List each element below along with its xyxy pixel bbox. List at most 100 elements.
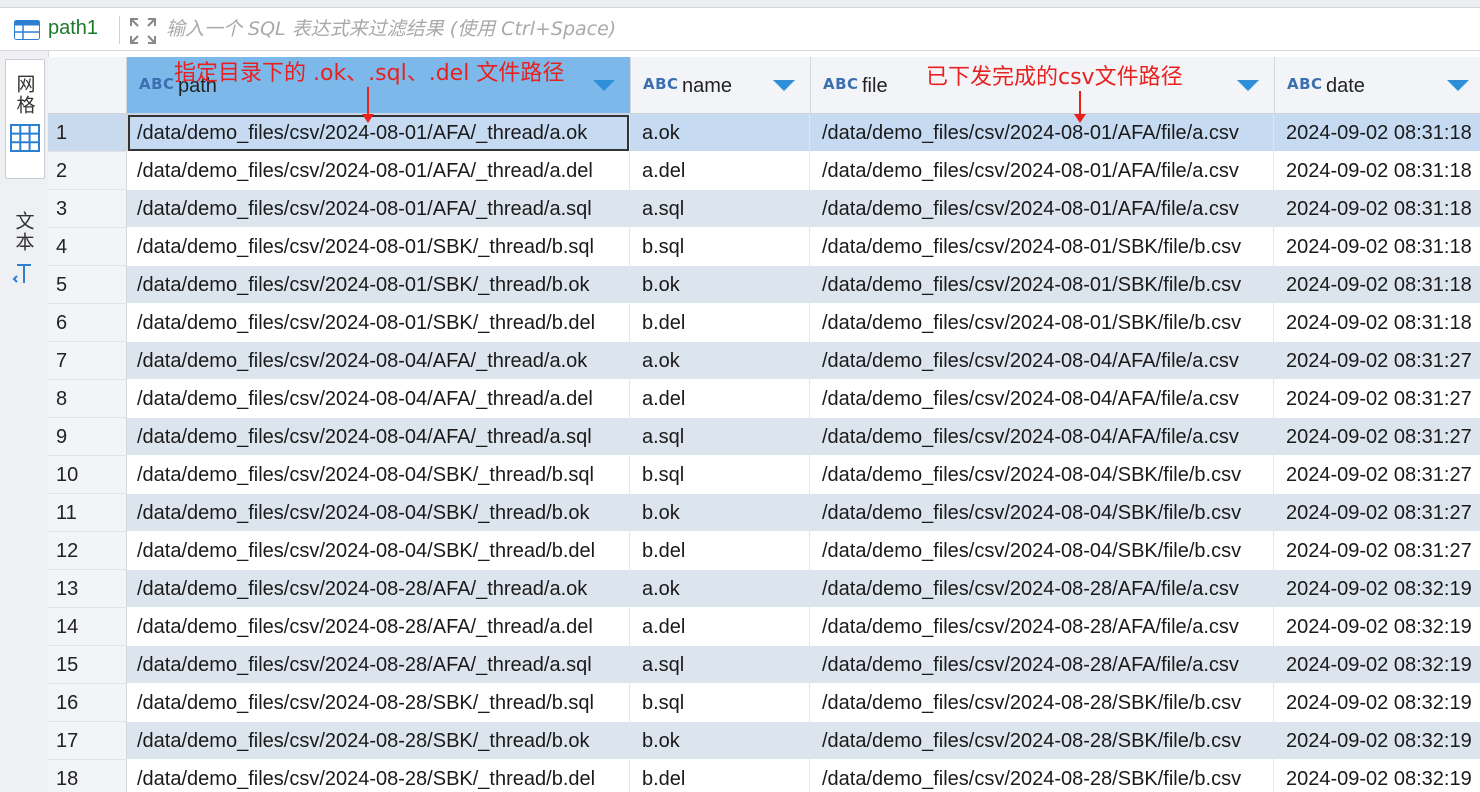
sort-icon[interactable] bbox=[773, 80, 795, 91]
table-row[interactable]: 18/data/demo_files/csv/2024-08-28/SBK/_t… bbox=[48, 760, 1480, 792]
date-cell[interactable]: 2024-09-02 08:31:27 bbox=[1274, 418, 1480, 456]
path-cell[interactable]: /data/demo_files/csv/2024-08-04/AFA/_thr… bbox=[127, 418, 630, 456]
date-cell[interactable]: 2024-09-02 08:32:19 bbox=[1274, 760, 1480, 792]
table-row[interactable]: 15/data/demo_files/csv/2024-08-28/AFA/_t… bbox=[48, 646, 1480, 684]
row-number-cell[interactable]: 14 bbox=[48, 608, 127, 646]
path-cell[interactable]: /data/demo_files/csv/2024-08-01/AFA/_thr… bbox=[127, 190, 630, 228]
table-row[interactable]: 7/data/demo_files/csv/2024-08-04/AFA/_th… bbox=[48, 342, 1480, 380]
date-cell[interactable]: 2024-09-02 08:32:19 bbox=[1274, 646, 1480, 684]
file-cell[interactable]: /data/demo_files/csv/2024-08-04/AFA/file… bbox=[810, 380, 1274, 418]
path-cell[interactable]: /data/demo_files/csv/2024-08-01/SBK/_thr… bbox=[127, 228, 630, 266]
row-number-cell[interactable]: 2 bbox=[48, 152, 127, 190]
date-cell[interactable]: 2024-09-02 08:31:18 bbox=[1274, 152, 1480, 190]
date-cell[interactable]: 2024-09-02 08:31:18 bbox=[1274, 266, 1480, 304]
file-cell[interactable]: /data/demo_files/csv/2024-08-28/SBK/file… bbox=[810, 684, 1274, 722]
name-cell[interactable]: b.ok bbox=[630, 722, 810, 760]
path-cell[interactable]: /data/demo_files/csv/2024-08-28/AFA/_thr… bbox=[127, 608, 630, 646]
table-row[interactable]: 6/data/demo_files/csv/2024-08-01/SBK/_th… bbox=[48, 304, 1480, 342]
grid-view-tab[interactable]: 网格 bbox=[5, 59, 45, 179]
file-cell[interactable]: /data/demo_files/csv/2024-08-04/SBK/file… bbox=[810, 456, 1274, 494]
file-cell[interactable]: /data/demo_files/csv/2024-08-01/SBK/file… bbox=[810, 228, 1274, 266]
name-cell[interactable]: b.sql bbox=[630, 456, 810, 494]
file-cell[interactable]: /data/demo_files/csv/2024-08-28/SBK/file… bbox=[810, 722, 1274, 760]
name-cell[interactable]: b.ok bbox=[630, 494, 810, 532]
path-cell[interactable]: /data/demo_files/csv/2024-08-01/AFA/_thr… bbox=[127, 152, 630, 190]
date-cell[interactable]: 2024-09-02 08:31:27 bbox=[1274, 342, 1480, 380]
column-header-name[interactable]: ABC name bbox=[631, 57, 811, 114]
table-row[interactable]: 5/data/demo_files/csv/2024-08-01/SBK/_th… bbox=[48, 266, 1480, 304]
name-cell[interactable]: b.del bbox=[630, 532, 810, 570]
table-row[interactable]: 10/data/demo_files/csv/2024-08-04/SBK/_t… bbox=[48, 456, 1480, 494]
table-row[interactable]: 13/data/demo_files/csv/2024-08-28/AFA/_t… bbox=[48, 570, 1480, 608]
table-row[interactable]: 12/data/demo_files/csv/2024-08-04/SBK/_t… bbox=[48, 532, 1480, 570]
date-cell[interactable]: 2024-09-02 08:31:18 bbox=[1274, 228, 1480, 266]
results-grid[interactable]: ABC path ABC name ABC file ABC date 1/da… bbox=[48, 51, 1480, 792]
date-cell[interactable]: 2024-09-02 08:31:27 bbox=[1274, 456, 1480, 494]
path-cell[interactable]: /data/demo_files/csv/2024-08-04/AFA/_thr… bbox=[127, 380, 630, 418]
name-cell[interactable]: a.del bbox=[630, 380, 810, 418]
row-number-cell[interactable]: 4 bbox=[48, 228, 127, 266]
date-cell[interactable]: 2024-09-02 08:31:27 bbox=[1274, 494, 1480, 532]
path-cell[interactable]: /data/demo_files/csv/2024-08-04/AFA/_thr… bbox=[127, 342, 630, 380]
sql-filter-input[interactable] bbox=[166, 14, 1456, 44]
path-cell[interactable]: /data/demo_files/csv/2024-08-28/AFA/_thr… bbox=[127, 570, 630, 608]
path-cell[interactable]: /data/demo_files/csv/2024-08-01/SBK/_thr… bbox=[127, 304, 630, 342]
name-cell[interactable]: b.sql bbox=[630, 228, 810, 266]
row-number-cell[interactable]: 12 bbox=[48, 532, 127, 570]
file-cell[interactable]: /data/demo_files/csv/2024-08-01/SBK/file… bbox=[810, 266, 1274, 304]
file-cell[interactable]: /data/demo_files/csv/2024-08-04/SBK/file… bbox=[810, 494, 1274, 532]
name-cell[interactable]: a.del bbox=[630, 608, 810, 646]
file-cell[interactable]: /data/demo_files/csv/2024-08-28/SBK/file… bbox=[810, 760, 1274, 792]
row-number-cell[interactable]: 6 bbox=[48, 304, 127, 342]
file-cell[interactable]: /data/demo_files/csv/2024-08-01/AFA/file… bbox=[810, 152, 1274, 190]
expand-icon[interactable] bbox=[128, 16, 158, 46]
name-cell[interactable]: b.del bbox=[630, 304, 810, 342]
table-row[interactable]: 8/data/demo_files/csv/2024-08-04/AFA/_th… bbox=[48, 380, 1480, 418]
row-number-cell[interactable]: 17 bbox=[48, 722, 127, 760]
path-cell[interactable]: /data/demo_files/csv/2024-08-28/SBK/_thr… bbox=[127, 722, 630, 760]
path-cell[interactable]: /data/demo_files/csv/2024-08-01/AFA/_thr… bbox=[127, 114, 630, 152]
name-cell[interactable]: a.sql bbox=[630, 190, 810, 228]
name-cell[interactable]: a.sql bbox=[630, 646, 810, 684]
name-cell[interactable]: a.del bbox=[630, 152, 810, 190]
file-cell[interactable]: /data/demo_files/csv/2024-08-04/AFA/file… bbox=[810, 342, 1274, 380]
date-cell[interactable]: 2024-09-02 08:32:19 bbox=[1274, 684, 1480, 722]
file-cell[interactable]: /data/demo_files/csv/2024-08-01/AFA/file… bbox=[810, 190, 1274, 228]
date-cell[interactable]: 2024-09-02 08:32:19 bbox=[1274, 570, 1480, 608]
date-cell[interactable]: 2024-09-02 08:32:19 bbox=[1274, 608, 1480, 646]
table-row[interactable]: 16/data/demo_files/csv/2024-08-28/SBK/_t… bbox=[48, 684, 1480, 722]
path-cell[interactable]: /data/demo_files/csv/2024-08-04/SBK/_thr… bbox=[127, 456, 630, 494]
file-cell[interactable]: /data/demo_files/csv/2024-08-01/AFA/file… bbox=[810, 114, 1274, 152]
file-cell[interactable]: /data/demo_files/csv/2024-08-04/SBK/file… bbox=[810, 532, 1274, 570]
name-cell[interactable]: b.sql bbox=[630, 684, 810, 722]
path-cell[interactable]: /data/demo_files/csv/2024-08-04/SBK/_thr… bbox=[127, 532, 630, 570]
name-cell[interactable]: a.sql bbox=[630, 418, 810, 456]
sort-icon[interactable] bbox=[1237, 80, 1259, 91]
date-cell[interactable]: 2024-09-02 08:31:18 bbox=[1274, 114, 1480, 152]
row-number-cell[interactable]: 9 bbox=[48, 418, 127, 456]
path-cell[interactable]: /data/demo_files/csv/2024-08-28/AFA/_thr… bbox=[127, 646, 630, 684]
file-cell[interactable]: /data/demo_files/csv/2024-08-28/AFA/file… bbox=[810, 646, 1274, 684]
table-row[interactable]: 4/data/demo_files/csv/2024-08-01/SBK/_th… bbox=[48, 228, 1480, 266]
date-cell[interactable]: 2024-09-02 08:31:27 bbox=[1274, 380, 1480, 418]
path-cell[interactable]: /data/demo_files/csv/2024-08-28/SBK/_thr… bbox=[127, 760, 630, 792]
row-number-cell[interactable]: 16 bbox=[48, 684, 127, 722]
text-view-tab[interactable]: 文本 bbox=[5, 197, 43, 297]
row-number-cell[interactable]: 8 bbox=[48, 380, 127, 418]
name-cell[interactable]: a.ok bbox=[630, 342, 810, 380]
column-header-date[interactable]: ABC date bbox=[1275, 57, 1480, 114]
file-cell[interactable]: /data/demo_files/csv/2024-08-04/AFA/file… bbox=[810, 418, 1274, 456]
date-cell[interactable]: 2024-09-02 08:31:18 bbox=[1274, 304, 1480, 342]
table-row[interactable]: 1/data/demo_files/csv/2024-08-01/AFA/_th… bbox=[48, 114, 1480, 152]
row-number-cell[interactable]: 5 bbox=[48, 266, 127, 304]
file-cell[interactable]: /data/demo_files/csv/2024-08-28/AFA/file… bbox=[810, 608, 1274, 646]
name-cell[interactable]: a.ok bbox=[630, 570, 810, 608]
table-row[interactable]: 2/data/demo_files/csv/2024-08-01/AFA/_th… bbox=[48, 152, 1480, 190]
path-cell[interactable]: /data/demo_files/csv/2024-08-04/SBK/_thr… bbox=[127, 494, 630, 532]
table-row[interactable]: 9/data/demo_files/csv/2024-08-04/AFA/_th… bbox=[48, 418, 1480, 456]
sort-icon[interactable] bbox=[593, 80, 615, 91]
path-cell[interactable]: /data/demo_files/csv/2024-08-28/SBK/_thr… bbox=[127, 684, 630, 722]
row-number-cell[interactable]: 3 bbox=[48, 190, 127, 228]
file-cell[interactable]: /data/demo_files/csv/2024-08-01/SBK/file… bbox=[810, 304, 1274, 342]
path-cell[interactable]: /data/demo_files/csv/2024-08-01/SBK/_thr… bbox=[127, 266, 630, 304]
